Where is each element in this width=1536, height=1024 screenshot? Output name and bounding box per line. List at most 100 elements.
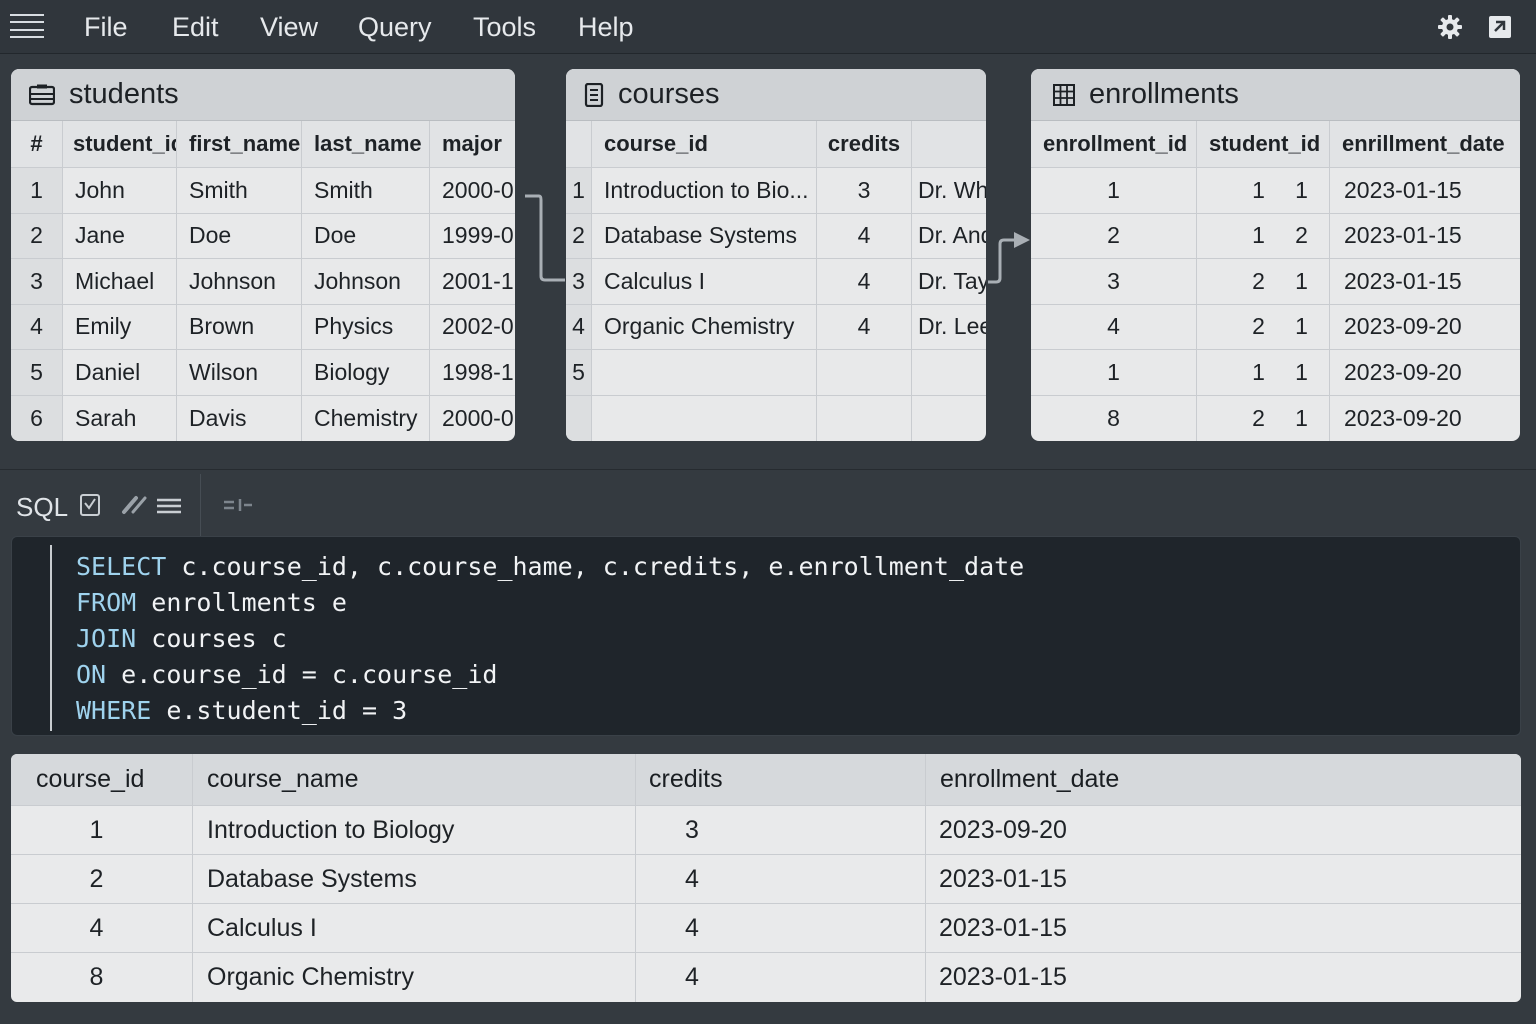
table-cell[interactable]: 2023-09-20 — [926, 806, 1521, 854]
table-row[interactable]: 2 Database Systems 4 2023-01-15 — [11, 855, 1521, 904]
column-header[interactable]: course_id — [11, 754, 193, 805]
table-cell[interactable]: Wilson — [177, 350, 302, 395]
column-header[interactable]: # — [11, 121, 63, 167]
table-cell[interactable]: Emily — [63, 304, 177, 349]
column-header[interactable]: major — [430, 121, 515, 167]
table-cell[interactable]: 2023-01-15 — [926, 855, 1521, 903]
table-cell[interactable] — [912, 350, 986, 395]
hamburger-icon[interactable] — [10, 14, 44, 38]
table-cell[interactable]: 2002-0 — [430, 305, 515, 350]
table-cell[interactable]: 4 — [1031, 304, 1197, 349]
table-cell[interactable]: 8 — [11, 953, 193, 1002]
table-cell[interactable]: Introduction to Biology — [193, 806, 636, 854]
table-cell[interactable]: 3 — [817, 168, 912, 213]
table-cell[interactable]: 1998-1 — [430, 350, 515, 395]
table-row[interactable]: 1 Introduction to Biology 3 2023-09-20 — [11, 806, 1521, 855]
table-cell[interactable]: 11 — [1197, 168, 1330, 213]
column-header[interactable]: first_name — [177, 121, 302, 167]
table-cell[interactable]: John — [63, 168, 177, 213]
table-cell[interactable]: Johnson — [302, 259, 430, 304]
column-header[interactable]: course_name — [193, 754, 636, 805]
table-cell[interactable]: 2023-01-15 — [1330, 214, 1520, 259]
table-cell[interactable]: 2000-0 — [430, 396, 515, 442]
table-cell[interactable]: 12 — [1197, 213, 1330, 258]
table-cell[interactable] — [592, 395, 817, 441]
table-row[interactable]: 1 Introduction to Bio... 3 Dr. Wh — [566, 168, 986, 214]
gear-icon[interactable] — [1437, 14, 1463, 40]
table-row[interactable]: 4 Organic Chemistry 4 Dr. Lee — [566, 304, 986, 350]
table-cell[interactable]: Davis — [177, 395, 302, 441]
table-cell[interactable] — [817, 395, 912, 441]
table-cell[interactable]: Jane — [63, 213, 177, 258]
table-cell[interactable]: 1 — [11, 806, 193, 854]
column-header[interactable]: enrollment_id — [1031, 121, 1197, 167]
menu-help[interactable]: Help — [578, 12, 634, 43]
table-row[interactable]: 1 John Smith Smith 2000-0 — [11, 168, 515, 214]
menu-query[interactable]: Query — [358, 12, 432, 43]
table-cell[interactable]: 2 — [11, 855, 193, 903]
column-header[interactable]: credits — [636, 754, 926, 805]
table-cell[interactable]: 4 — [636, 855, 926, 903]
table-cell[interactable]: Calculus I — [592, 259, 817, 304]
table-cell[interactable]: Smith — [177, 168, 302, 213]
table-cell[interactable]: 3 — [636, 806, 926, 854]
export-icon[interactable] — [1487, 14, 1513, 40]
table-cell[interactable]: 2 — [1031, 213, 1197, 258]
table-cell[interactable]: 11 — [1197, 350, 1330, 395]
table-cell[interactable]: Organic Chemistry — [592, 304, 817, 349]
table-cell[interactable]: 1 — [1031, 168, 1197, 213]
table-row[interactable]: 3 Calculus I 4 Dr. Tay — [566, 259, 986, 305]
table-row[interactable]: 6 Sarah Davis Chemistry 2000-0 — [11, 395, 515, 442]
table-cell[interactable]: Database Systems — [193, 855, 636, 903]
table-cell[interactable]: Johnson — [177, 259, 302, 304]
table-cell[interactable]: 4 — [817, 213, 912, 258]
table-cell[interactable]: 4 — [817, 304, 912, 349]
table-cell[interactable]: Brown — [177, 304, 302, 349]
table-row[interactable]: 5 — [566, 350, 986, 396]
table-cell[interactable]: Chemistry — [302, 395, 430, 441]
column-header[interactable]: last_name — [302, 121, 430, 167]
table-cell[interactable]: 2023-09-20 — [1330, 396, 1520, 442]
table-cell[interactable]: Dr. Lee — [912, 305, 986, 350]
table-row[interactable]: 5 Daniel Wilson Biology 1998-1 — [11, 350, 515, 396]
table-cell[interactable]: Organic Chemistry — [193, 953, 636, 1002]
table-row[interactable]: 4 Emily Brown Physics 2002-0 — [11, 304, 515, 350]
table-cell[interactable]: Daniel — [63, 350, 177, 395]
table-cell[interactable]: 2001-1 — [430, 259, 515, 304]
column-header[interactable]: credits — [817, 121, 912, 167]
format-icon[interactable] — [156, 492, 182, 518]
table-cell[interactable]: Doe — [302, 213, 430, 258]
table-cell[interactable]: Physics — [302, 304, 430, 349]
menu-view[interactable]: View — [260, 12, 318, 43]
table-cell[interactable]: 2023-01-15 — [1330, 168, 1520, 213]
table-cell[interactable]: 4 — [11, 904, 193, 952]
table-cell[interactable]: 3 — [1031, 259, 1197, 304]
table-cell[interactable]: Sarah — [63, 395, 177, 441]
table-cell[interactable]: 2023-01-15 — [926, 904, 1521, 952]
menu-tools[interactable]: Tools — [473, 12, 536, 43]
table-cell[interactable]: 2023-01-15 — [1330, 259, 1520, 304]
table-row[interactable]: 1 11 2023-01-15 — [1031, 168, 1520, 214]
table-cell[interactable]: 21 — [1197, 259, 1330, 304]
table-row[interactable]: 2 Jane Doe Doe 1999-0 — [11, 213, 515, 259]
table-cell[interactable]: 2023-09-20 — [1330, 350, 1520, 395]
column-header[interactable]: enrollment_date — [926, 754, 1521, 805]
table-row[interactable]: 2 12 2023-01-15 — [1031, 213, 1520, 259]
column-header[interactable] — [912, 121, 986, 167]
table-cell[interactable]: 2000-0 — [430, 168, 515, 213]
table-row[interactable]: 2 Database Systems 4 Dr. And — [566, 213, 986, 259]
table-cell[interactable] — [817, 350, 912, 395]
table-cell[interactable]: Biology — [302, 350, 430, 395]
table-cell[interactable]: 2023-09-20 — [1330, 305, 1520, 350]
sql-code[interactable]: SELECT c.course_id, c.course_hame, c.cre… — [76, 549, 1024, 729]
table-cell[interactable]: 21 — [1197, 395, 1330, 441]
table-row[interactable] — [566, 395, 986, 442]
table-cell[interactable]: 21 — [1197, 304, 1330, 349]
column-header[interactable]: student_id — [1197, 121, 1330, 167]
checkbox-icon[interactable] — [79, 492, 101, 518]
column-header[interactable] — [566, 121, 592, 167]
table-cell[interactable]: Dr. Tay — [912, 259, 986, 304]
table-row[interactable]: 8 21 2023-09-20 — [1031, 395, 1520, 442]
table-cell[interactable] — [912, 396, 986, 442]
table-row[interactable]: 8 Organic Chemistry 4 2023-01-15 — [11, 953, 1521, 1002]
